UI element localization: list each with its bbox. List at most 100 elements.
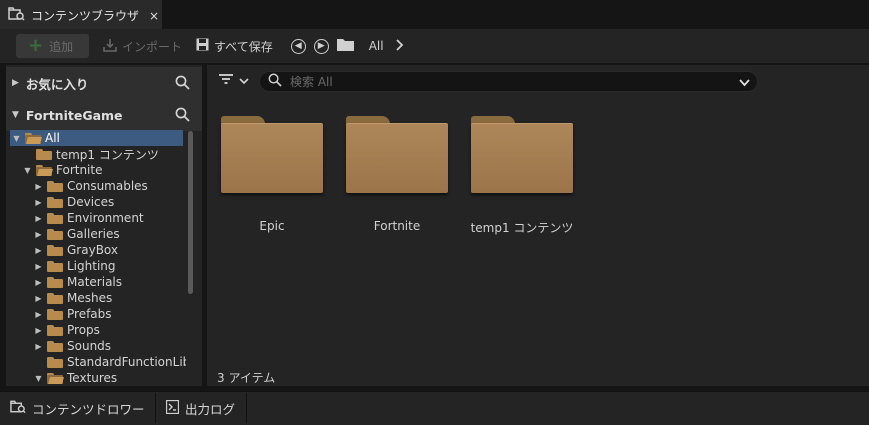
- tree-item-label: Lighting: [67, 259, 116, 273]
- tree-item-label: temp1 コンテンツ: [56, 147, 159, 162]
- tree-item[interactable]: ▶ Galleries: [34, 226, 119, 242]
- folder-icon: [336, 38, 354, 54]
- folder-label[interactable]: Fortnite: [327, 219, 467, 233]
- folder-label[interactable]: Epic: [202, 219, 342, 233]
- tree-item[interactable]: ▶ Devices: [34, 194, 114, 210]
- collapsed-arrow-icon[interactable]: ▶: [34, 326, 43, 335]
- tree-item[interactable]: ▼ Fortnite: [23, 162, 102, 178]
- tree-item[interactable]: ▶ Meshes: [34, 290, 112, 306]
- path-folder[interactable]: All: [336, 38, 384, 54]
- save-all-label: すべて保存: [214, 39, 273, 54]
- folder-label[interactable]: temp1 コンテンツ: [452, 219, 592, 236]
- path-next-button[interactable]: [395, 38, 404, 54]
- collapsed-arrow-icon[interactable]: ▶: [34, 262, 43, 271]
- collapsed-arrow-icon[interactable]: ▶: [34, 246, 43, 255]
- tree-item[interactable]: ▶ Lighting: [34, 258, 116, 274]
- folder-icon: [47, 324, 63, 336]
- output-log-button[interactable]: 出力ログ: [165, 391, 236, 425]
- folder-icon: [47, 340, 63, 352]
- content-drawer-label: コンテンツドロワー: [32, 401, 145, 417]
- folder-icon: [47, 276, 63, 288]
- folder-icon: [47, 212, 63, 224]
- search-icon: [268, 73, 282, 90]
- back-button[interactable]: ◀: [290, 38, 306, 54]
- tree-item[interactable]: temp1 コンテンツ: [23, 146, 159, 162]
- folder-body: [471, 123, 573, 193]
- collapsed-arrow-icon[interactable]: ▶: [34, 214, 43, 223]
- sources-panel: ▶ お気に入り ▼ FortniteGame ▼ All temp1 コンテンツ ▼ F…: [6, 65, 202, 386]
- expanded-arrow-icon[interactable]: ▼: [34, 374, 43, 383]
- asset-search-bar[interactable]: [259, 71, 758, 92]
- folder-tile[interactable]: [471, 116, 573, 194]
- separator: [246, 393, 247, 423]
- tree-item[interactable]: ▶ GrayBox: [34, 242, 118, 258]
- filter-button[interactable]: [218, 73, 249, 88]
- close-icon[interactable]: ×: [149, 9, 159, 23]
- tree-item-label: GrayBox: [67, 243, 118, 257]
- tree-item-label: All: [45, 131, 60, 145]
- tree-item-label: Prefabs: [67, 307, 112, 321]
- folder-icon: [47, 244, 63, 256]
- item-count: 3 アイテム: [217, 371, 276, 385]
- tree-item[interactable]: StandardFunctionLib: [34, 354, 186, 370]
- collapsed-arrow-icon[interactable]: ▶: [34, 342, 43, 351]
- folder-open-icon: [25, 132, 42, 144]
- tree-item-label: Fortnite: [56, 163, 103, 177]
- collapsed-arrow-icon[interactable]: ▶: [34, 230, 43, 239]
- search-input[interactable]: [290, 74, 730, 89]
- collapsed-arrow-icon[interactable]: ▶: [34, 310, 43, 319]
- terminal-icon: [165, 399, 180, 417]
- favorites-label: お気に入り: [25, 76, 89, 92]
- plus-icon: +: [28, 35, 44, 56]
- path-breadcrumb[interactable]: All: [369, 39, 384, 53]
- folder-tile[interactable]: [221, 116, 323, 194]
- collapsed-arrow-icon[interactable]: ▶: [34, 182, 43, 191]
- collapsed-arrow-icon[interactable]: ▶: [34, 198, 43, 207]
- tree-item[interactable]: ▶ Sounds: [34, 338, 111, 354]
- expanded-arrow-icon: ▼: [12, 110, 19, 120]
- favorites-header[interactable]: ▶ お気に入り: [6, 67, 202, 99]
- tree-item-label: Sounds: [67, 339, 112, 353]
- tree-item-label: Materials: [67, 275, 123, 289]
- forward-button[interactable]: ▶: [313, 38, 329, 54]
- tab-title: コンテンツブラウザ: [31, 9, 140, 23]
- tree-item[interactable]: ▶ Props: [34, 322, 100, 338]
- content-browser-icon: [10, 400, 26, 417]
- expanded-arrow-icon[interactable]: ▼: [23, 166, 32, 175]
- add-button[interactable]: + 追加: [16, 34, 89, 58]
- output-log-label: 出力ログ: [185, 401, 236, 417]
- tree-item[interactable]: ▼ Textures: [34, 370, 117, 385]
- tree-item[interactable]: ▶ Consumables: [34, 178, 148, 194]
- tree-item-label: Consumables: [67, 179, 148, 193]
- folder-icon: [47, 196, 63, 208]
- collapsed-arrow-icon[interactable]: ▶: [34, 278, 43, 287]
- collapsed-arrow-icon: ▶: [12, 78, 19, 88]
- tree-item-label: Props: [67, 323, 100, 337]
- tree-item[interactable]: ▶ Environment: [34, 210, 143, 226]
- chevron-down-icon[interactable]: [739, 76, 750, 90]
- tree-item-label: Devices: [67, 195, 115, 209]
- search-icon[interactable]: [175, 107, 190, 125]
- add-button-label: 追加: [49, 39, 74, 54]
- tree-item[interactable]: ▶ Materials: [34, 274, 122, 290]
- project-header[interactable]: ▼ FortniteGame: [6, 99, 202, 131]
- search-icon[interactable]: [175, 75, 190, 93]
- save-all-button[interactable]: すべて保存: [196, 38, 273, 55]
- toolbar: + 追加 インポート すべて保存 ◀ ▶ All: [0, 29, 869, 63]
- tree-item-label: Textures: [67, 371, 118, 385]
- save-icon: [196, 38, 209, 54]
- chevron-down-icon: [239, 74, 249, 88]
- folder-tile[interactable]: [346, 116, 448, 194]
- folder-icon: [36, 148, 52, 160]
- import-button[interactable]: インポート: [103, 38, 182, 55]
- tree-item[interactable]: ▶ Prefabs: [34, 306, 112, 322]
- tree-item[interactable]: ▼ All: [10, 130, 183, 146]
- folder-icon: [47, 308, 63, 320]
- expanded-arrow-icon[interactable]: ▼: [12, 134, 21, 143]
- arrow-right-icon: ▶: [313, 38, 329, 54]
- tree-scrollbar[interactable]: [188, 131, 193, 294]
- tab-content-browser[interactable]: コンテンツブラウザ ×: [0, 0, 162, 29]
- content-drawer-button[interactable]: コンテンツドロワー: [10, 391, 145, 425]
- folder-tree: ▼ All temp1 コンテンツ ▼ Fortnite ▶ Consumables ▶ Dev…: [6, 130, 186, 385]
- collapsed-arrow-icon[interactable]: ▶: [34, 294, 43, 303]
